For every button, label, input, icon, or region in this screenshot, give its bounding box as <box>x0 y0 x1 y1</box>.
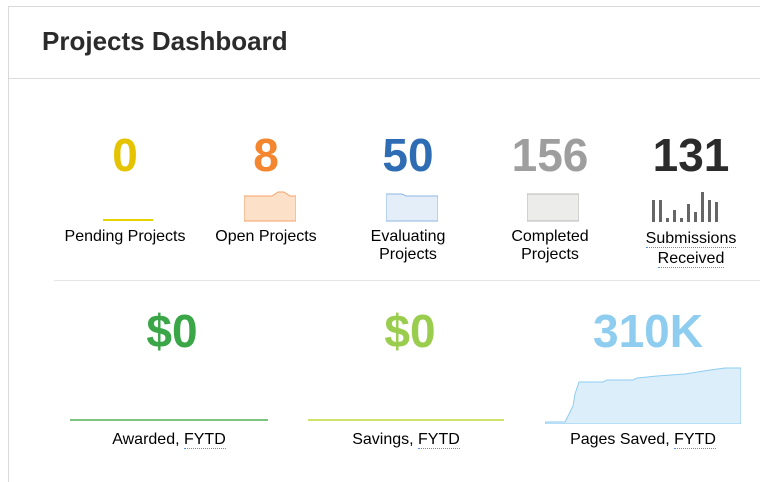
completed-projects-value: 156 <box>511 129 589 181</box>
submissions-label-line2: Received <box>657 250 725 268</box>
pages-saved-value: 310K <box>593 305 703 357</box>
page-title: Projects Dashboard <box>42 26 288 56</box>
row-divider <box>54 280 760 281</box>
savings-sparkline <box>308 419 504 421</box>
submissions-received-label[interactable]: Submissions Received <box>626 229 756 269</box>
pages-saved-label-text: Pages Saved, <box>570 431 675 448</box>
pending-projects-label: Pending Projects <box>64 228 186 245</box>
submissions-received-value: 131 <box>652 129 730 181</box>
evaluating-projects-value: 50 <box>382 129 434 181</box>
completed-projects-sparkline <box>527 193 579 222</box>
metric-awarded-fytd[interactable]: $0 <box>92 308 252 354</box>
metric-pending-projects[interactable]: 0 <box>62 132 188 178</box>
open-projects-value: 8 <box>253 129 279 181</box>
awarded-label: Awarded, FYTD <box>70 431 268 449</box>
savings-label: Savings, FYTD <box>308 431 504 449</box>
metric-savings-fytd[interactable]: $0 <box>330 308 490 354</box>
pending-projects-value: 0 <box>112 129 138 181</box>
savings-label-text: Savings, <box>352 431 419 448</box>
awarded-fytd-link[interactable]: FYTD <box>183 431 226 449</box>
pending-projects-sparkline <box>103 219 153 221</box>
metric-completed-projects[interactable]: 156 <box>482 132 618 178</box>
open-projects-label: Open Projects <box>215 228 317 245</box>
pages-saved-fytd-link[interactable]: FYTD <box>674 431 716 449</box>
metric-open-projects[interactable]: 8 <box>206 132 326 178</box>
savings-value: $0 <box>384 305 436 357</box>
open-projects-sparkline <box>244 191 296 222</box>
awarded-value: $0 <box>146 305 198 357</box>
panel-header: Projects Dashboard <box>9 7 760 79</box>
evaluating-projects-label: Evaluating Projects <box>370 228 446 263</box>
submissions-received-barchart <box>652 192 718 222</box>
pages-saved-label: Pages Saved, FYTD <box>545 431 741 449</box>
pages-saved-sparkline <box>545 367 741 424</box>
awarded-label-text: Awarded, <box>112 431 184 448</box>
metric-submissions-received[interactable]: 131 <box>626 132 756 178</box>
evaluating-projects-sparkline <box>386 193 438 222</box>
metric-evaluating-projects[interactable]: 50 <box>340 132 476 178</box>
submissions-label-line1: Submissions <box>645 230 737 248</box>
metric-pages-saved-fytd[interactable]: 310K <box>556 308 740 354</box>
completed-projects-label: Completed Projects <box>511 228 589 263</box>
awarded-sparkline <box>70 419 268 421</box>
savings-fytd-link[interactable]: FYTD <box>418 431 460 449</box>
